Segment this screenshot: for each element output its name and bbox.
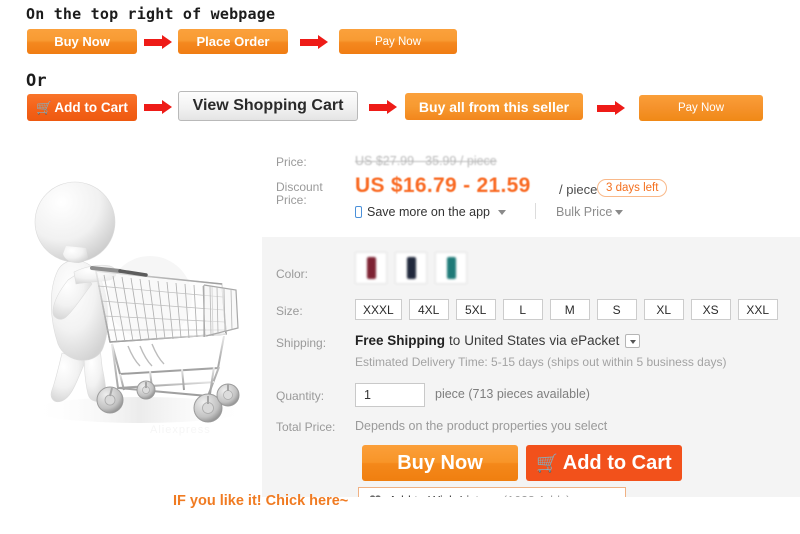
size-option[interactable]: XXL <box>737 299 778 320</box>
size-option[interactable]: L <box>502 299 543 320</box>
size-label: Size: <box>276 304 303 318</box>
flow-buy-all-from-seller-button[interactable]: Buy all from this seller <box>405 93 583 120</box>
right-arrow-icon <box>144 35 172 49</box>
price-label: Price: <box>276 155 307 169</box>
image-watermark: Aliexpress <box>150 424 211 436</box>
product-options-panel: Color: Size: XXXL 4XL 5XL L M S XL XS XXL Shippi… <box>262 237 800 514</box>
add-to-cart-label: Add to Cart <box>562 451 672 474</box>
flow-add-to-cart-button[interactable]: 🛒 Add to Cart <box>27 94 137 121</box>
total-price-label: Total Price: <box>276 420 336 434</box>
instruction-heading-top-right: On the top right of webpage <box>26 5 276 23</box>
delivery-estimate-text: Estimated Delivery Time: 5-15 days (ship… <box>355 355 727 369</box>
discount-price-label: Discount Price: <box>276 180 323 207</box>
price-unit: / piece <box>559 182 598 197</box>
size-option[interactable]: XS <box>690 299 731 320</box>
size-option[interactable]: XL <box>643 299 684 320</box>
color-swatch-thumbnail <box>406 257 416 279</box>
size-option[interactable]: 4XL <box>408 299 449 320</box>
color-swatch-thumbnail <box>446 257 456 279</box>
right-arrow-icon <box>144 100 172 114</box>
mobile-phone-icon <box>355 206 362 218</box>
free-shipping-text: Free Shipping <box>355 333 446 348</box>
color-swatch[interactable] <box>355 252 387 284</box>
caret-down-icon <box>498 209 506 215</box>
size-option[interactable]: S <box>596 299 637 320</box>
quantity-label: Quantity: <box>276 389 325 403</box>
total-price-value: Depends on the product properties you se… <box>355 419 608 433</box>
original-price-value: US $27.99 - 35.99 / piece <box>355 154 497 168</box>
shipping-via-text: via <box>549 333 567 348</box>
flow-add-to-cart-label: Add to Cart <box>54 100 128 115</box>
flow-place-order-button[interactable]: Place Order <box>178 29 288 54</box>
flow-view-shopping-cart-button[interactable]: View Shopping Cart <box>178 91 358 121</box>
shipping-country: United States <box>464 333 546 348</box>
flow-pay-now-button-2[interactable]: Pay Now <box>639 95 763 121</box>
flow-buy-now-button[interactable]: Buy Now <box>27 29 137 54</box>
bulk-price-label: Bulk Price <box>556 205 613 219</box>
color-swatch-thumbnail <box>366 257 376 279</box>
select-caret-icon[interactable] <box>625 333 641 348</box>
instruction-heading-or: Or <box>26 71 47 91</box>
caret-down-icon <box>615 209 624 215</box>
save-more-on-app-link[interactable]: Save more on the app <box>355 205 506 219</box>
right-arrow-icon <box>597 101 625 115</box>
right-arrow-icon <box>369 100 397 114</box>
days-left-badge: 3 days left <box>597 179 668 197</box>
save-more-on-app-label: Save more on the app <box>367 205 490 219</box>
vertical-divider <box>535 203 536 219</box>
shopping-cart-icon: 🛒 <box>36 99 53 115</box>
discount-price-value: US $16.79 - 21.59 <box>355 174 531 197</box>
add-to-cart-button[interactable]: 🛒 Add to Cart <box>526 445 682 481</box>
right-arrow-icon <box>300 35 328 49</box>
quantity-input[interactable]: 1 <box>355 383 425 407</box>
shipping-to-text: to <box>449 333 461 348</box>
product-image <box>0 138 262 444</box>
bulk-price-link[interactable]: Bulk Price <box>556 205 624 219</box>
wish-list-annotation: IF you like it! Chick here~ <box>173 493 349 509</box>
size-option[interactable]: M <box>549 299 590 320</box>
color-swatch[interactable] <box>395 252 427 284</box>
size-option[interactable]: 5XL <box>455 299 496 320</box>
price-section: Price: US $27.99 - 35.99 / piece Discoun… <box>262 145 800 237</box>
size-option[interactable]: XXXL <box>355 299 402 320</box>
shopping-figure-illustration <box>0 138 262 444</box>
shipping-method: ePacket <box>570 333 620 348</box>
buy-now-button[interactable]: Buy Now <box>362 445 518 481</box>
color-swatch-list <box>355 252 467 284</box>
color-label: Color: <box>276 267 309 281</box>
color-swatch[interactable] <box>435 252 467 284</box>
shopping-cart-icon: 🛒 <box>536 452 559 473</box>
flow-pay-now-button[interactable]: Pay Now <box>339 29 457 54</box>
size-option-list: XXXL 4XL 5XL L M S XL XS XXL <box>355 299 778 320</box>
instruction-banner: On the top right of webpage Buy Now Plac… <box>0 0 800 136</box>
shipping-method-selector[interactable]: Free Shipping to United States via ePack… <box>355 333 641 348</box>
shipping-label: Shipping: <box>276 336 327 350</box>
quantity-availability-text: piece (713 pieces available) <box>435 387 590 401</box>
